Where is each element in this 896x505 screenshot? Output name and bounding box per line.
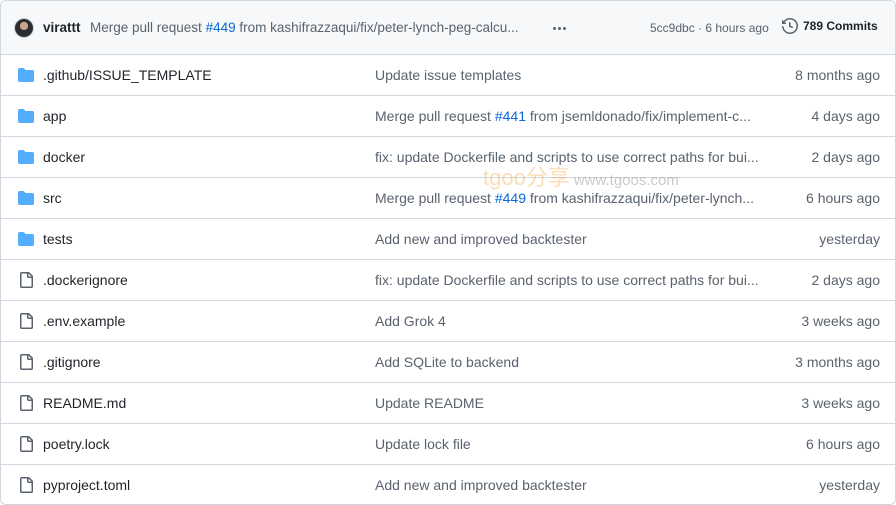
row-commit-message[interactable]: Update issue templates bbox=[375, 67, 761, 83]
file-row[interactable]: README.md Update README 3 weeks ago bbox=[1, 383, 895, 424]
pr-link[interactable]: #449 bbox=[495, 190, 526, 206]
row-commit-message[interactable]: fix: update Dockerfile and scripts to us… bbox=[375, 272, 761, 288]
file-name[interactable]: src bbox=[43, 190, 62, 206]
file-name[interactable]: .gitignore bbox=[43, 354, 101, 370]
latest-commit-message[interactable]: Merge pull request #449 from kashifrazza… bbox=[90, 20, 518, 35]
file-row[interactable]: .github/ISSUE_TEMPLATE Update issue temp… bbox=[1, 55, 895, 96]
file-icon bbox=[18, 272, 34, 288]
file-name[interactable]: .dockerignore bbox=[43, 272, 128, 288]
history-icon bbox=[782, 18, 798, 34]
row-commit-message[interactable]: Merge pull request #449 from kashifrazza… bbox=[375, 190, 761, 206]
file-list-box: virattt Merge pull request #449 from kas… bbox=[0, 0, 896, 505]
row-commit-age: 6 hours ago bbox=[806, 190, 880, 206]
row-commit-age: yesterday bbox=[819, 477, 880, 493]
file-row[interactable]: tests Add new and improved backtester ye… bbox=[1, 219, 895, 260]
file-icon bbox=[18, 436, 34, 452]
pr-link[interactable]: #449 bbox=[206, 20, 236, 35]
row-commit-age: 3 weeks ago bbox=[801, 313, 880, 329]
commits-link[interactable]: 789 Commits bbox=[782, 18, 878, 34]
row-message-prefix: Merge pull request bbox=[375, 108, 495, 124]
row-commit-message[interactable]: Update README bbox=[375, 395, 761, 411]
file-row[interactable]: .gitignore Add SQLite to backend 3 month… bbox=[1, 342, 895, 383]
file-name[interactable]: README.md bbox=[43, 395, 126, 411]
row-commit-age: 2 days ago bbox=[811, 272, 881, 288]
row-message-suffix: from kashifrazzaqui/fix/peter-lynch... bbox=[526, 190, 754, 206]
pr-link[interactable]: #441 bbox=[495, 108, 526, 124]
row-commit-message[interactable]: Update lock file bbox=[375, 436, 761, 452]
row-commit-age: 6 hours ago bbox=[806, 436, 880, 452]
row-commit-message[interactable]: Add new and improved backtester bbox=[375, 477, 761, 493]
file-row[interactable]: .dockerignore fix: update Dockerfile and… bbox=[1, 260, 895, 301]
file-name[interactable]: .env.example bbox=[43, 313, 125, 329]
avatar[interactable] bbox=[14, 18, 34, 38]
folder-icon bbox=[18, 190, 34, 206]
row-commit-age: 3 weeks ago bbox=[801, 395, 880, 411]
file-row[interactable]: app Merge pull request #441 from jsemldo… bbox=[1, 96, 895, 137]
commit-time: 6 hours ago bbox=[705, 21, 769, 35]
file-icon bbox=[18, 395, 34, 411]
commit-message-prefix: Merge pull request bbox=[90, 20, 206, 35]
file-icon bbox=[18, 477, 34, 493]
file-name[interactable]: app bbox=[43, 108, 66, 124]
folder-icon bbox=[18, 149, 34, 165]
folder-icon bbox=[18, 231, 34, 247]
row-message-prefix: Merge pull request bbox=[375, 190, 495, 206]
file-icon bbox=[18, 313, 34, 329]
commit-sha[interactable]: 5cc9dbc bbox=[650, 21, 695, 35]
file-name[interactable]: poetry.lock bbox=[43, 436, 110, 452]
row-commit-message[interactable]: Add SQLite to backend bbox=[375, 354, 761, 370]
row-commit-age: 8 months ago bbox=[795, 67, 880, 83]
file-icon bbox=[18, 354, 34, 370]
row-commit-message[interactable]: Add new and improved backtester bbox=[375, 231, 761, 247]
ellipsis-icon[interactable] bbox=[550, 21, 568, 35]
row-commit-message[interactable]: fix: update Dockerfile and scripts to us… bbox=[375, 149, 761, 165]
file-name[interactable]: .github/ISSUE_TEMPLATE bbox=[43, 67, 212, 83]
file-row[interactable]: docker fix: update Dockerfile and script… bbox=[1, 137, 895, 178]
folder-icon bbox=[18, 67, 34, 83]
row-message-suffix: from jsemldonado/fix/implement-c... bbox=[526, 108, 751, 124]
row-commit-age: 3 months ago bbox=[795, 354, 880, 370]
row-commit-message[interactable]: Merge pull request #441 from jsemldonado… bbox=[375, 108, 761, 124]
commit-meta: 5cc9dbc · 6 hours ago bbox=[650, 21, 769, 35]
file-row[interactable]: pyproject.toml Add new and improved back… bbox=[1, 465, 895, 504]
latest-commit-header: virattt Merge pull request #449 from kas… bbox=[1, 1, 895, 55]
file-row[interactable]: .env.example Add Grok 4 3 weeks ago bbox=[1, 301, 895, 342]
row-commit-age: 4 days ago bbox=[811, 108, 881, 124]
row-commit-age: 2 days ago bbox=[811, 149, 881, 165]
file-row[interactable]: src Merge pull request #449 from kashifr… bbox=[1, 178, 895, 219]
folder-icon bbox=[18, 108, 34, 124]
commit-author[interactable]: virattt bbox=[43, 20, 81, 35]
file-name[interactable]: docker bbox=[43, 149, 85, 165]
commits-count: 789 Commits bbox=[803, 19, 878, 33]
meta-separator: · bbox=[694, 21, 706, 35]
row-commit-message[interactable]: Add Grok 4 bbox=[375, 313, 761, 329]
file-row[interactable]: poetry.lock Update lock file 6 hours ago bbox=[1, 424, 895, 465]
file-rows: .github/ISSUE_TEMPLATE Update issue temp… bbox=[1, 55, 895, 504]
file-name[interactable]: pyproject.toml bbox=[43, 477, 130, 493]
commit-message-suffix: from kashifrazzaqui/fix/peter-lynch-peg-… bbox=[235, 20, 519, 35]
file-name[interactable]: tests bbox=[43, 231, 73, 247]
row-commit-age: yesterday bbox=[819, 231, 880, 247]
